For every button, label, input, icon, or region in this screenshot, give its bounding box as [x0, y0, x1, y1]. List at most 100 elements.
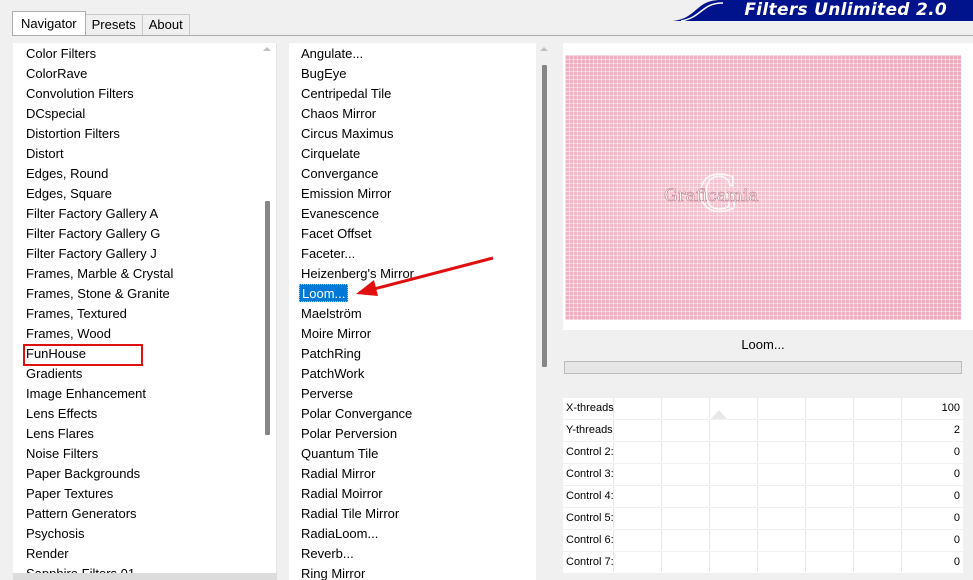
category-item[interactable]: Image Enhancement: [26, 384, 276, 404]
category-list[interactable]: Color Filters ColorRave Convolution Filter…: [13, 43, 277, 580]
filter-item[interactable]: Cirquelate: [301, 144, 553, 164]
slider-track[interactable]: [613, 420, 923, 440]
highlight-box: [23, 344, 143, 366]
category-item[interactable]: DCspecial: [26, 104, 276, 124]
filter-label: RadiaLoom...: [301, 526, 379, 541]
control-slider[interactable]: X-threads 100: [563, 398, 963, 420]
slider-track[interactable]: [613, 530, 923, 550]
control-slider[interactable]: Control 4: 0: [563, 486, 963, 508]
filter-item[interactable]: RadiaLoom...: [301, 524, 553, 544]
filter-item[interactable]: PatchWork: [301, 364, 553, 384]
tab-presets[interactable]: Presets: [84, 14, 143, 35]
filter-label: Facet Offset: [301, 226, 372, 241]
filter-list[interactable]: Angulate... BugEye Centripedal Tile Chaos M…: [289, 43, 553, 580]
control-slider[interactable]: Control 5: 0: [563, 508, 963, 530]
banner-title: Filters Unlimited 2.0: [744, 0, 947, 20]
category-item[interactable]: Frames, Textured: [26, 304, 276, 324]
category-scrollbar[interactable]: [259, 43, 276, 580]
filter-label: Convergance: [301, 166, 379, 181]
filter-item[interactable]: Circus Maximus: [301, 124, 553, 144]
category-item[interactable]: Gradients: [26, 364, 276, 384]
filter-label: Radial Tile Mirror: [301, 506, 400, 521]
slider-track[interactable]: [613, 464, 923, 484]
category-item[interactable]: Frames, Stone & Granite: [26, 284, 276, 304]
category-item[interactable]: Noise Filters: [26, 444, 276, 464]
control-slider[interactable]: Control 7: 0: [563, 552, 963, 574]
filter-label: Emission Mirror: [301, 186, 392, 201]
scroll-up-icon[interactable]: [263, 47, 271, 51]
filter-item[interactable]: BugEye: [301, 64, 553, 84]
category-item[interactable]: Color Filters: [26, 44, 276, 64]
filter-label: Polar Convergance: [301, 406, 413, 421]
filter-label: Heizenberg's Mirror: [301, 266, 415, 281]
category-item[interactable]: Edges, Round: [26, 164, 276, 184]
slider-track[interactable]: [613, 508, 923, 528]
control-slider[interactable]: Control 6: 0: [563, 530, 963, 552]
filter-item[interactable]: Perverse: [301, 384, 553, 404]
category-item[interactable]: Render: [26, 544, 276, 564]
category-item[interactable]: Convolution Filters: [26, 84, 276, 104]
filter-item[interactable]: Reverb...: [301, 544, 553, 564]
filter-item[interactable]: Heizenberg's Mirror: [301, 264, 553, 284]
filter-scrollbar[interactable]: [536, 43, 553, 580]
category-item[interactable]: Lens Flares: [26, 424, 276, 444]
control-slider[interactable]: Control 2: 0: [563, 442, 963, 464]
category-scroll-thumb[interactable]: [265, 201, 270, 435]
slider-track[interactable]: [613, 442, 923, 462]
category-item[interactable]: Filter Factory Gallery A: [26, 204, 276, 224]
control-label: Control 7:: [566, 556, 614, 568]
filter-item[interactable]: Polar Convergance: [301, 404, 553, 424]
category-label: Filter Factory Gallery J: [26, 246, 157, 261]
category-item[interactable]: Pattern Generators: [26, 504, 276, 524]
tab-navigator[interactable]: Navigator: [12, 11, 86, 35]
filter-item[interactable]: Chaos Mirror: [301, 104, 553, 124]
filter-label: Reverb...: [301, 546, 354, 561]
category-item[interactable]: Psychosis: [26, 524, 276, 544]
control-slider[interactable]: Y-threads 2: [563, 420, 963, 442]
category-item[interactable]: Distort: [26, 144, 276, 164]
filter-item[interactable]: Emission Mirror: [301, 184, 553, 204]
filter-item[interactable]: Faceter...: [301, 244, 553, 264]
filter-item[interactable]: Centripedal Tile: [301, 84, 553, 104]
filter-scroll-thumb[interactable]: [542, 65, 547, 367]
category-item[interactable]: Distortion Filters: [26, 124, 276, 144]
category-item[interactable]: Edges, Square: [26, 184, 276, 204]
tab-about[interactable]: About: [141, 14, 190, 35]
scroll-up-icon[interactable]: [540, 47, 548, 51]
preview-image[interactable]: G Graficamia: [565, 55, 961, 320]
filter-item[interactable]: Moire Mirror: [301, 324, 553, 344]
filter-item[interactable]: Evanescence: [301, 204, 553, 224]
slider-track[interactable]: [613, 486, 923, 506]
slider-track[interactable]: [613, 552, 923, 572]
filter-item[interactable]: Convergance: [301, 164, 553, 184]
slider-track[interactable]: [613, 398, 923, 418]
category-item[interactable]: Paper Textures: [26, 484, 276, 504]
filter-item[interactable]: Maelström: [301, 304, 553, 324]
filter-label: Circus Maximus: [301, 126, 394, 141]
category-hscrollbar[interactable]: [13, 573, 277, 580]
filter-label: Centripedal Tile: [301, 86, 392, 101]
filter-item[interactable]: Radial Moirror: [301, 484, 553, 504]
filter-item[interactable]: Loom...: [299, 284, 553, 304]
category-item[interactable]: Paper Backgrounds: [26, 464, 276, 484]
category-item[interactable]: Filter Factory Gallery J: [26, 244, 276, 264]
filter-item[interactable]: Angulate...: [301, 44, 553, 64]
watermark-logo: G Graficamia: [664, 167, 759, 224]
category-item[interactable]: Filter Factory Gallery G: [26, 224, 276, 244]
category-item[interactable]: FunHouse: [23, 344, 276, 366]
filter-item[interactable]: Ring Mirror: [301, 564, 553, 580]
filter-item[interactable]: PatchRing: [301, 344, 553, 364]
progress-bar: [564, 361, 962, 374]
slider-thumb[interactable]: [711, 410, 727, 419]
filter-item[interactable]: Radial Tile Mirror: [301, 504, 553, 524]
category-item[interactable]: Lens Effects: [26, 404, 276, 424]
filter-item[interactable]: Quantum Tile: [301, 444, 553, 464]
filter-item[interactable]: Polar Perversion: [301, 424, 553, 444]
filter-item[interactable]: Facet Offset: [301, 224, 553, 244]
category-item[interactable]: ColorRave: [26, 64, 276, 84]
filter-item[interactable]: Radial Mirror: [301, 464, 553, 484]
category-item[interactable]: Frames, Wood: [26, 324, 276, 344]
category-item[interactable]: Frames, Marble & Crystal: [26, 264, 276, 284]
category-label: Paper Textures: [26, 486, 114, 501]
control-slider[interactable]: Control 3: 0: [563, 464, 963, 486]
